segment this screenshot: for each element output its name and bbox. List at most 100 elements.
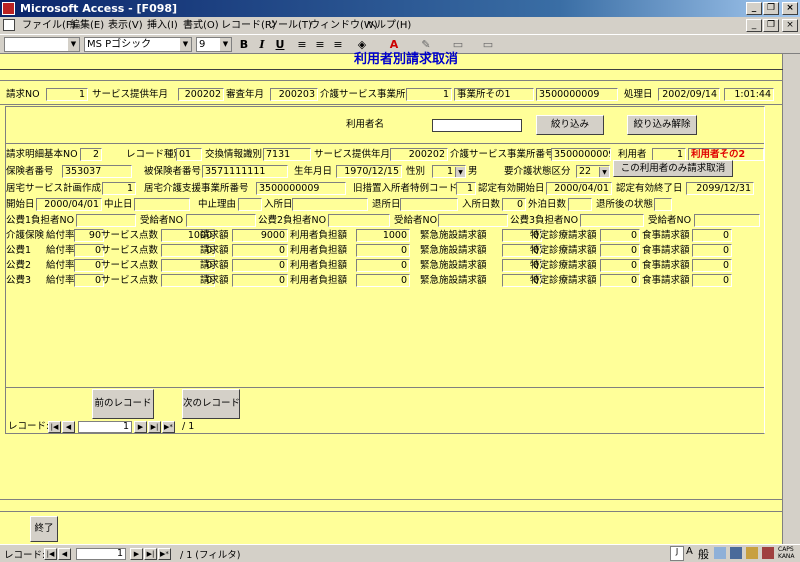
main-last-record-icon[interactable]: ▶| bbox=[144, 548, 157, 560]
billing-shokuji-field[interactable]: 0 bbox=[692, 274, 732, 287]
ime-dictionary-icon[interactable] bbox=[714, 547, 726, 559]
shori-date-field[interactable]: 2002/09/14 bbox=[658, 88, 720, 101]
riyosha-name-input[interactable] bbox=[432, 119, 522, 132]
billing-seikyu-field[interactable]: 9000 bbox=[232, 229, 288, 242]
doc-minimize-icon[interactable]: _ bbox=[746, 19, 762, 32]
kyotaku-field[interactable]: 1 bbox=[102, 182, 136, 195]
kohi1-field[interactable] bbox=[76, 214, 136, 227]
chushi-field[interactable] bbox=[134, 198, 190, 211]
kohi3-field[interactable] bbox=[580, 214, 644, 227]
main-next-record-icon[interactable]: ▶ bbox=[130, 548, 143, 560]
next-record-button[interactable]: 次のレコード bbox=[182, 389, 240, 419]
billing-seikyu-field[interactable]: 0 bbox=[232, 274, 288, 287]
cancel-this-user-button[interactable]: この利用者のみ請求取消 bbox=[613, 160, 733, 177]
kyusochi-field[interactable]: 1 bbox=[456, 182, 476, 195]
menu-edit[interactable]: 編集(E) bbox=[70, 17, 104, 34]
sex-code-select[interactable]: 1 ▼ bbox=[432, 165, 466, 178]
taishogo-field[interactable] bbox=[654, 198, 672, 211]
subnav-current-input[interactable]: 1 bbox=[78, 421, 132, 433]
detail-service-month-field[interactable]: 200202 bbox=[390, 148, 448, 161]
filter-button[interactable]: 絞り込み bbox=[536, 115, 604, 135]
prev-record-button[interactable]: 前のレコード bbox=[92, 389, 154, 419]
clear-filter-button[interactable]: 絞り込み解除 bbox=[627, 115, 697, 135]
next-record-icon[interactable]: ▶ bbox=[134, 421, 147, 433]
prev-record-icon[interactable]: ◀ bbox=[62, 421, 75, 433]
menu-format[interactable]: 書式(O) bbox=[183, 17, 219, 34]
first-record-icon[interactable]: |◀ bbox=[48, 421, 61, 433]
ime-mode[interactable]: 般 bbox=[698, 546, 709, 562]
koukan-field[interactable]: 7131 bbox=[263, 148, 311, 161]
jigyosho-no-field[interactable]: 3500000009 bbox=[536, 88, 618, 101]
doc-close-icon[interactable]: × bbox=[782, 19, 798, 32]
hoken-field[interactable]: 353037 bbox=[62, 165, 132, 178]
menu-help[interactable]: ヘルプ(H) bbox=[366, 17, 411, 34]
main-prev-record-icon[interactable]: ◀ bbox=[58, 548, 71, 560]
kohi2-field[interactable] bbox=[328, 214, 390, 227]
font-combo[interactable]: MS Pゴシック ▼ bbox=[84, 37, 192, 52]
menu-tools[interactable]: ツール(T) bbox=[268, 17, 312, 34]
menu-file[interactable]: ファイル(F) bbox=[22, 17, 76, 34]
birth-field[interactable]: 1970/12/15 bbox=[336, 165, 402, 178]
shori-time-field[interactable]: 1:01:44 bbox=[724, 88, 774, 101]
align-left-icon[interactable]: ≡ bbox=[294, 38, 310, 52]
ime-tool-icon[interactable] bbox=[746, 547, 758, 559]
vertical-scrollbar[interactable] bbox=[783, 54, 800, 544]
billing-futan-field[interactable]: 1000 bbox=[356, 229, 410, 242]
shinsa-month-field[interactable]: 200203 bbox=[270, 88, 318, 101]
border-width-icon[interactable]: ▭ bbox=[450, 38, 466, 52]
billing-seikyu-field[interactable]: 0 bbox=[232, 244, 288, 257]
nintei-end-field[interactable]: 2099/12/31 bbox=[686, 182, 754, 195]
font-color-icon[interactable]: A bbox=[386, 38, 402, 52]
taisho-field[interactable] bbox=[400, 198, 458, 211]
align-center-icon[interactable]: ≡ bbox=[312, 38, 328, 52]
main-first-record-icon[interactable]: |◀ bbox=[44, 548, 57, 560]
close-icon[interactable]: × bbox=[782, 2, 798, 15]
dropdown-arrow-icon[interactable]: ▼ bbox=[455, 167, 465, 177]
billing-kyufu-field[interactable]: 90 bbox=[74, 229, 104, 242]
billing-tokutei-field[interactable]: 0 bbox=[600, 244, 640, 257]
billing-shokuji-field[interactable]: 0 bbox=[692, 244, 732, 257]
kohi1-jukyu-field[interactable] bbox=[186, 214, 256, 227]
kihon-no-field[interactable]: 2 bbox=[80, 148, 102, 161]
kohi2-jukyu-field[interactable] bbox=[438, 214, 508, 227]
align-right-icon[interactable]: ≡ bbox=[330, 38, 346, 52]
ime-pad-icon[interactable] bbox=[730, 547, 742, 559]
billing-futan-field[interactable]: 0 bbox=[356, 274, 410, 287]
youkaigo-select[interactable]: 22 ▼ bbox=[576, 165, 610, 178]
billing-seikyu-field[interactable]: 0 bbox=[232, 259, 288, 272]
billing-shokuji-field[interactable]: 0 bbox=[692, 259, 732, 272]
ime-icon[interactable]: J bbox=[670, 546, 684, 561]
billing-tokutei-field[interactable]: 0 bbox=[600, 259, 640, 272]
ime-help-icon[interactable] bbox=[762, 547, 774, 559]
detail-jigyosho-no-field[interactable]: 3500000009 bbox=[551, 148, 611, 161]
billing-kyufu-field[interactable]: 0 bbox=[74, 274, 104, 287]
kohi3-jukyu-field[interactable] bbox=[694, 214, 760, 227]
nintei-start-field[interactable]: 2000/04/01 bbox=[546, 182, 612, 195]
line-color-icon[interactable]: ✎ bbox=[418, 38, 434, 52]
nyusho-field[interactable] bbox=[292, 198, 368, 211]
new-record-icon[interactable]: ▶* bbox=[162, 421, 175, 433]
chushi-riyu-field[interactable] bbox=[238, 198, 262, 211]
dropdown-arrow-icon[interactable]: ▼ bbox=[599, 167, 609, 177]
gaihaku-field[interactable] bbox=[568, 198, 592, 211]
exit-button[interactable]: 終了 bbox=[30, 516, 58, 542]
record-type-field[interactable]: 01 bbox=[176, 148, 202, 161]
seikyu-no-field[interactable]: 1 bbox=[46, 88, 88, 101]
mainnav-current-input[interactable]: 1 bbox=[76, 548, 126, 560]
billing-kyufu-field[interactable]: 0 bbox=[74, 259, 104, 272]
doc-restore-icon[interactable]: ❐ bbox=[763, 19, 779, 32]
hihoken-field[interactable]: 3571111111 bbox=[202, 165, 288, 178]
fill-color-icon[interactable]: ◈ bbox=[354, 38, 370, 52]
italic-button[interactable]: I bbox=[254, 38, 270, 52]
main-new-record-icon[interactable]: ▶* bbox=[158, 548, 171, 560]
nyusho-days-field[interactable]: 0 bbox=[502, 198, 526, 211]
billing-kyufu-field[interactable]: 0 bbox=[74, 244, 104, 257]
billing-tokutei-field[interactable]: 0 bbox=[600, 274, 640, 287]
minimize-icon[interactable]: _ bbox=[746, 2, 762, 15]
menu-view[interactable]: 表示(V) bbox=[108, 17, 143, 34]
billing-futan-field[interactable]: 0 bbox=[356, 259, 410, 272]
font-size-combo[interactable]: 9 ▼ bbox=[196, 37, 232, 52]
billing-futan-field[interactable]: 0 bbox=[356, 244, 410, 257]
object-combo[interactable]: ▼ bbox=[4, 37, 80, 52]
billing-shokuji-field[interactable]: 0 bbox=[692, 229, 732, 242]
